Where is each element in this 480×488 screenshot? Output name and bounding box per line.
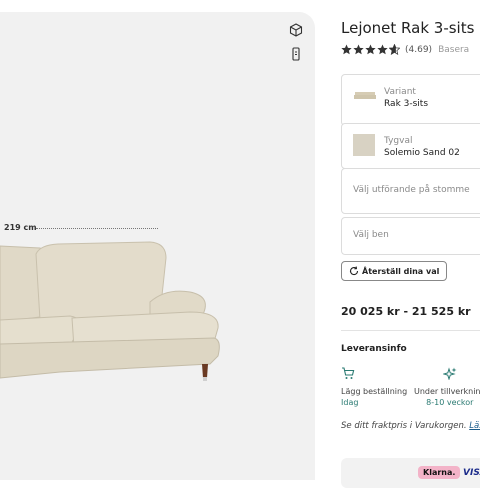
reset-selections-button[interactable]: Återställ dina val bbox=[341, 261, 448, 281]
rating-basis-text: Basera bbox=[438, 44, 470, 55]
legs-selector[interactable]: Välj ben bbox=[341, 217, 480, 255]
rating-value: (4.69) bbox=[405, 44, 433, 55]
product-3d-viewer[interactable]: 219 cm bbox=[0, 12, 315, 480]
delivery-step-order: Lägg beställning Idag bbox=[341, 365, 407, 407]
dimension-line bbox=[36, 228, 158, 229]
half-star-icon bbox=[389, 44, 400, 55]
product-rating[interactable]: (4.69) Basera bbox=[341, 44, 469, 55]
step-subtitle: 8-10 veckor bbox=[426, 398, 474, 407]
step-title: Under tillverkning bbox=[414, 387, 480, 396]
fabric-selector[interactable]: Tygval Solemio Sand 02 bbox=[341, 123, 480, 169]
3d-cube-icon[interactable] bbox=[289, 22, 303, 37]
payment-methods: Klarna. VISA bbox=[341, 458, 480, 488]
star-icon bbox=[377, 44, 388, 55]
reset-label: Återställ dina val bbox=[362, 266, 440, 276]
rating-stars bbox=[341, 44, 400, 55]
step-title: Lägg beställning bbox=[341, 387, 408, 396]
step-subtitle: Idag bbox=[341, 398, 359, 407]
star-icon bbox=[353, 44, 364, 55]
variant-value: Rak 3-sits bbox=[384, 99, 429, 109]
frame-finish-selector[interactable]: Välj utförande på stomme bbox=[341, 168, 480, 214]
klarna-logo: Klarna. bbox=[418, 466, 461, 479]
star-icon bbox=[365, 44, 376, 55]
shipping-text: Se ditt fraktpris i Varukorgen. bbox=[341, 421, 467, 431]
shipping-read-more-link[interactable]: Läs bbox=[469, 421, 480, 431]
star-icon bbox=[341, 44, 352, 55]
fabric-value: Solemio Sand 02 bbox=[384, 148, 460, 158]
visa-logo: VISA bbox=[463, 468, 480, 478]
legs-placeholder: Välj ben bbox=[353, 230, 389, 240]
shipping-price-note: Se ditt fraktpris i Varukorgen. Läs bbox=[341, 421, 480, 431]
product-title: Lejonet Rak 3-sits bbox=[341, 19, 475, 37]
dimension-label: 219 cm bbox=[4, 223, 37, 232]
price-range: 20 025 kr - 21 525 kr bbox=[341, 305, 471, 318]
sparkle-icon bbox=[442, 367, 457, 381]
sofa-variant-icon bbox=[354, 92, 376, 99]
reset-icon bbox=[349, 266, 359, 276]
sofa-image bbox=[0, 241, 220, 381]
delivery-step-production: Under tillverkning 8-10 veckor bbox=[414, 365, 480, 407]
fabric-swatch bbox=[353, 134, 375, 156]
variant-selector[interactable]: Variant Rak 3-sits bbox=[341, 74, 480, 126]
frame-finish-placeholder: Välj utförande på stomme bbox=[353, 185, 470, 195]
variant-label: Variant bbox=[384, 87, 416, 97]
cart-icon bbox=[342, 367, 355, 379]
ar-view-icon[interactable] bbox=[289, 46, 303, 61]
fabric-label: Tygval bbox=[384, 136, 413, 146]
delivery-info-title: Leveransinfo bbox=[341, 344, 407, 354]
divider bbox=[341, 330, 480, 331]
